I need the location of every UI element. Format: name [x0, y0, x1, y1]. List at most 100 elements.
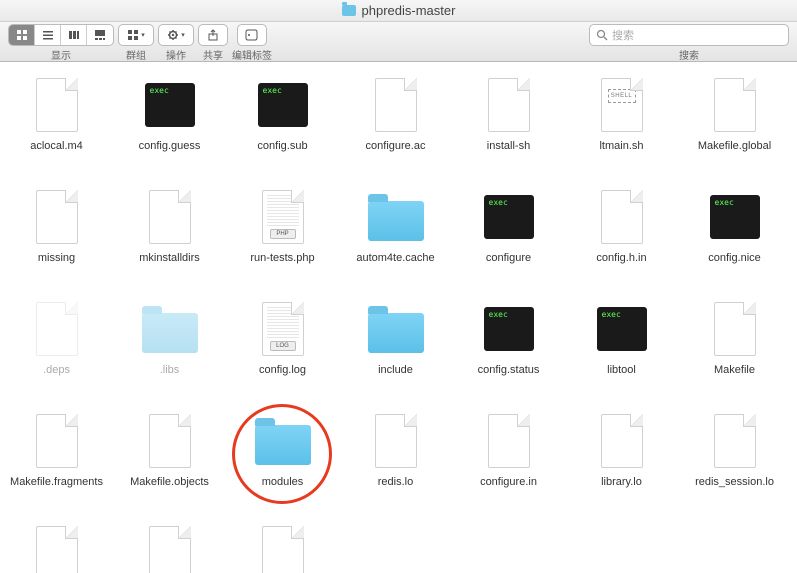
column-view-button[interactable]: [61, 25, 87, 45]
file-label: config.h.in: [594, 252, 648, 265]
file-icon: [149, 526, 191, 573]
file-icon: [714, 78, 756, 132]
exec-icon: [258, 83, 308, 127]
file-label: Makefile.fragments: [8, 476, 105, 489]
file-label: library.lo: [599, 476, 644, 489]
file-item[interactable]: .libs: [113, 294, 226, 406]
list-view-button[interactable]: [35, 25, 61, 45]
folder-icon: [342, 5, 356, 16]
exec-icon: [145, 83, 195, 127]
file-item[interactable]: config.sub: [226, 70, 339, 182]
list-icon: [42, 29, 54, 41]
file-label: Makefile.objects: [128, 476, 211, 489]
file-label: config.guess: [137, 140, 203, 153]
file-item[interactable]: Makefile.global: [678, 70, 791, 182]
file-item[interactable]: config.guess: [113, 70, 226, 182]
gear-icon: [167, 29, 179, 41]
file-label: autom4te.cache: [354, 252, 436, 265]
exec-icon: [484, 195, 534, 239]
icon-view-button[interactable]: [9, 25, 35, 45]
file-item[interactable]: .deps: [0, 294, 113, 406]
group-by-button[interactable]: ▾: [118, 24, 154, 46]
file-label: configure: [484, 252, 533, 265]
action-label: 操作: [166, 47, 186, 62]
file-icon: [714, 302, 756, 356]
view-mode-group: 显示: [8, 24, 114, 62]
file-item[interactable]: mkinstalldirs: [113, 182, 226, 294]
file-label: mkinstalldirs: [137, 252, 202, 265]
file-item[interactable]: configure: [452, 182, 565, 294]
chevron-down-icon: ▾: [181, 31, 185, 39]
action-button[interactable]: ▾: [158, 24, 194, 46]
file-label: config.sub: [255, 140, 309, 153]
tag-icon: [245, 29, 259, 41]
file-item[interactable]: PHPrun-tests.php: [226, 182, 339, 294]
search-label: 搜索: [679, 47, 699, 62]
file-item[interactable]: libtool: [565, 294, 678, 406]
file-item[interactable]: install-sh: [452, 70, 565, 182]
file-label: Makefile: [712, 364, 757, 377]
file-label: .deps: [41, 364, 72, 377]
file-label: config.nice: [706, 252, 763, 265]
shell-file-icon: SHELL: [601, 78, 643, 132]
file-item[interactable]: library.lo: [565, 406, 678, 518]
tags-button[interactable]: [237, 24, 267, 46]
group-label: 群组: [126, 47, 146, 62]
file-item[interactable]: modules: [226, 406, 339, 518]
file-item[interactable]: Makefile.objects: [113, 406, 226, 518]
share-button[interactable]: [198, 24, 228, 46]
chevron-down-icon: ▾: [141, 31, 145, 39]
file-label: missing: [36, 252, 77, 265]
folder-icon: [368, 201, 424, 241]
file-item[interactable]: include: [339, 294, 452, 406]
file-icon: [149, 414, 191, 468]
tags-group: 编辑标签: [232, 24, 272, 62]
file-item[interactable]: redis_array.lo: [0, 518, 113, 573]
file-icon: [488, 78, 530, 132]
columns-icon: [68, 29, 80, 41]
folder-icon: [255, 425, 311, 465]
file-item[interactable]: Makefile.fragments: [0, 406, 113, 518]
file-item[interactable]: redis.la: [226, 518, 339, 573]
group-by-group: ▾ 群组: [118, 24, 154, 62]
file-icon: [601, 414, 643, 468]
search-input[interactable]: 搜索: [589, 24, 789, 46]
file-label: redis.lo: [376, 476, 415, 489]
file-item[interactable]: SHELL ltmain.sh: [565, 70, 678, 182]
file-grid[interactable]: aclocal.m4 config.guess config.sub configur…: [0, 62, 797, 573]
file-label: include: [376, 364, 415, 377]
file-item[interactable]: aclocal.m4: [0, 70, 113, 182]
window-titlebar: phpredis-master: [0, 0, 797, 22]
file-item[interactable]: missing: [0, 182, 113, 294]
file-icon: [36, 526, 78, 573]
action-group: ▾ 操作: [158, 24, 194, 62]
file-item[interactable]: redis_array_impl.lo: [113, 518, 226, 573]
file-item[interactable]: configure.in: [452, 406, 565, 518]
file-label: aclocal.m4: [28, 140, 85, 153]
file-label: redis_session.lo: [693, 476, 776, 489]
toolbar: 显示 ▾ 群组 ▾ 操作 共享 编辑标签 搜索 搜索: [0, 22, 797, 62]
file-item[interactable]: config.status: [452, 294, 565, 406]
file-label: install-sh: [485, 140, 532, 153]
file-icon: [262, 526, 304, 573]
file-item[interactable]: autom4te.cache: [339, 182, 452, 294]
share-icon: [207, 29, 219, 41]
share-label: 共享: [203, 47, 223, 62]
file-item[interactable]: configure.ac: [339, 70, 452, 182]
file-item[interactable]: LOGconfig.log: [226, 294, 339, 406]
file-item[interactable]: redis_session.lo: [678, 406, 791, 518]
search-placeholder: 搜索: [612, 27, 634, 43]
gallery-view-button[interactable]: [87, 25, 113, 45]
share-group: 共享: [198, 24, 228, 62]
file-item[interactable]: config.nice: [678, 182, 791, 294]
file-item[interactable]: Makefile: [678, 294, 791, 406]
file-icon: [149, 190, 191, 244]
tags-label: 编辑标签: [232, 47, 272, 62]
file-icon: [375, 414, 417, 468]
file-label: ltmain.sh: [597, 140, 645, 153]
file-icon: [714, 414, 756, 468]
file-item[interactable]: redis.lo: [339, 406, 452, 518]
file-item[interactable]: config.h.in: [565, 182, 678, 294]
folder-icon: [368, 313, 424, 353]
view-label: 显示: [51, 47, 71, 62]
